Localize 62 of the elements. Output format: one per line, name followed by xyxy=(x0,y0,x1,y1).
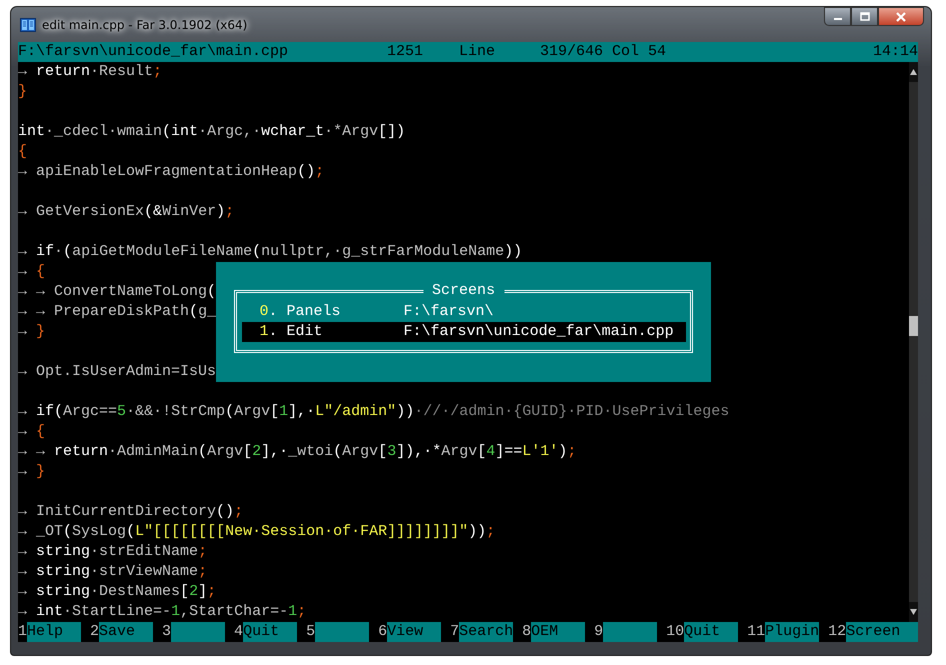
column-position: Col 54 xyxy=(612,42,666,62)
function-key-button[interactable]: Quit xyxy=(243,622,298,642)
code-line: → { xyxy=(18,263,46,280)
function-key-button[interactable]: Help xyxy=(27,622,82,642)
code-line: int·_cdecl·wmain(int·Argc,·wchar_t·*Argv[]) xyxy=(18,123,406,140)
code-line: → if·(apiGetModuleFileName(nullptr,·g_strFarModuleName)) xyxy=(18,243,522,260)
key-number: 5 xyxy=(306,622,316,642)
code-line: } xyxy=(18,83,28,100)
code-line: → string·DestNames[2]; xyxy=(18,583,216,600)
maximize-button[interactable] xyxy=(851,7,878,26)
function-key-button[interactable]: View xyxy=(387,622,442,642)
function-key-button[interactable]: Save xyxy=(99,622,154,642)
key-number: 9 xyxy=(594,622,604,642)
code-line: → string·strViewName; xyxy=(18,563,208,580)
app-icon xyxy=(20,16,36,32)
code-line: → apiEnableLowFragmentationHeap(); xyxy=(18,163,324,180)
code-line: → } xyxy=(18,323,46,340)
code-line: → → ConvertNameToLong( xyxy=(18,283,216,300)
code-line: → if(Argc==5·&&·!StrCmp(Argv[1],·L"/admin"))·//·/admin·{GUID}·PID·UsePrivileges xyxy=(18,403,730,420)
key-number: 11 xyxy=(747,622,766,642)
code-line: → string·strEditName; xyxy=(18,543,208,560)
key-number: 10 xyxy=(666,622,684,642)
code-line: → _OT(SysLog(L"[[[[[[[[New·Session·of·FAR]]]]]]]]")); xyxy=(18,523,496,540)
close-icon xyxy=(895,12,907,22)
function-key-button[interactable]: Screen xyxy=(846,622,918,642)
scrollbar[interactable] xyxy=(909,62,918,622)
code-line: → { xyxy=(18,423,46,440)
code-line: → return·Result; xyxy=(18,63,162,80)
file-path: F:\farsvn\unicode_far\main.cpp xyxy=(18,42,290,62)
key-number: 8 xyxy=(522,622,532,642)
code-line: → GetVersionEx(&WinVer); xyxy=(18,203,234,220)
code-line: { xyxy=(18,143,28,160)
key-number: 7 xyxy=(450,622,460,642)
window-title: edit main.cpp - Far 3.0.1902 (x64) xyxy=(42,18,248,32)
key-number: 4 xyxy=(234,622,244,642)
scroll-thumb[interactable] xyxy=(909,316,918,336)
code-line: → Opt.IsUserAdmin=IsUs xyxy=(18,363,216,380)
line-position: 319/646 xyxy=(540,42,604,62)
key-number: 1 xyxy=(18,622,28,642)
code-line: → int·StartLine=-1,StartChar=-1; xyxy=(18,603,306,620)
function-key-button[interactable]: Plugin xyxy=(765,622,820,642)
scroll-down-icon[interactable] xyxy=(909,608,918,616)
maximize-icon xyxy=(860,12,870,21)
line-label: Line xyxy=(459,42,496,62)
function-key-button[interactable]: Search xyxy=(459,622,514,642)
code-line: → } xyxy=(18,463,46,480)
scroll-up-icon[interactable] xyxy=(909,68,918,76)
screen-list-item[interactable]: 0. Panels F:\farsvn\ xyxy=(242,302,686,322)
function-key-button[interactable]: OEM xyxy=(531,622,586,642)
function-key-button[interactable]: Quit xyxy=(684,622,738,642)
screen-list-item[interactable]: 1. Edit F:\farsvn\unicode_far\main.cpp xyxy=(242,322,686,342)
codepage-text: 1251 xyxy=(387,42,424,62)
key-number: 3 xyxy=(162,622,172,642)
clock-text: 14:14 xyxy=(872,42,918,62)
code-line: → InitCurrentDirectory(); xyxy=(18,503,244,520)
close-button[interactable] xyxy=(878,7,924,26)
code-line: → → return·AdminMain(Argv[2],·_wtoi(Argv[3]),·*Argv[4]==L'1'); xyxy=(18,443,576,460)
code-line: → → PrepareDiskPath(g_ xyxy=(18,303,216,320)
key-number: 12 xyxy=(828,622,846,642)
key-number: 2 xyxy=(90,622,100,642)
key-number: 6 xyxy=(378,622,388,642)
minimize-button[interactable] xyxy=(824,7,851,26)
